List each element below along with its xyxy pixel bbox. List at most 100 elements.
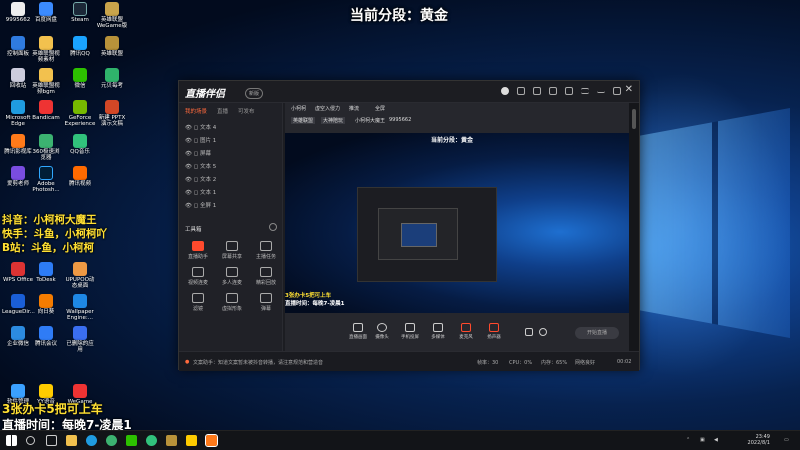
message-icon[interactable] <box>517 87 525 95</box>
stream-preview[interactable]: 当前分段：黄金 3张办卡5把可上车 直播时间：每晚7-凌晨1 <box>285 133 629 313</box>
live-icon <box>192 241 204 251</box>
source-item[interactable]: 👁 ◻ 图片 1 <box>185 136 216 144</box>
control-speaker[interactable]: 扬声器 <box>481 323 507 340</box>
taskbar-live-companion-icon[interactable] <box>205 434 218 447</box>
tool-screen-share[interactable]: 屏幕共享 <box>215 241 249 260</box>
desktop-icon-lol-wegame[interactable]: 英雄联盟WeGame版 <box>96 2 128 29</box>
tab-publish[interactable]: 可发布 <box>238 107 255 115</box>
notification-icon[interactable]: ▭ <box>784 437 789 443</box>
scrollbar[interactable] <box>629 103 639 351</box>
tool-avatar[interactable]: 虚拟形象 <box>215 293 249 312</box>
tray-network-icon[interactable]: ▣ <box>700 437 705 443</box>
shirt-icon[interactable] <box>565 87 573 95</box>
scene-panel: 我的场景 直播 可发布 👁 ◻ 文本 4 👁 ◻ 图片 1 👁 ◻ 屏幕 👁 ◻… <box>179 103 283 351</box>
monitor-icon <box>353 323 363 332</box>
start-live-button[interactable]: 开始直播 <box>575 327 619 339</box>
desktop-icon-photoshop[interactable]: Adobe Photosh... <box>30 166 62 193</box>
desktop-icon-yuanbei[interactable]: 元贝每考 <box>96 68 128 89</box>
desktop-icon-lol[interactable]: 英雄联盟 <box>96 36 128 57</box>
source-item[interactable]: 👁 ◻ 文本 5 <box>185 162 216 170</box>
desktop-icon-geforce[interactable]: GeForce Experience <box>64 100 96 127</box>
tab-scenes[interactable]: 我的场景 <box>185 107 207 115</box>
taskbar-yy-icon[interactable] <box>186 435 197 446</box>
stream-title[interactable]: 虚空入侵力 <box>315 105 340 112</box>
desktop-icon-qq-music[interactable]: QQ音乐 <box>64 134 96 155</box>
desktop-icon-folder-bgm[interactable]: 英雄联盟视频bgm <box>30 68 62 95</box>
menu-icon[interactable] <box>581 88 589 94</box>
tab-live[interactable]: 直播 <box>217 107 228 115</box>
control-media[interactable]: 多媒体 <box>425 323 451 340</box>
task-view-icon[interactable] <box>46 435 57 446</box>
preview-stage: 小柯柯 虚空入侵力 推流 全屏 英雄联盟 大神陪玩 小柯柯大魔王 9995662… <box>285 103 629 351</box>
speaker-icon <box>489 323 499 332</box>
desktop-icon-upupoo[interactable]: UPUPOO动态桌面 <box>64 262 96 289</box>
tray-up-icon[interactable]: ⌃ <box>686 437 690 443</box>
notice-text: 文案助手：知道文案暂未被抖音转播，请注意规范和营造音 <box>193 360 324 366</box>
tool-video-link[interactable]: 视频连麦 <box>181 267 215 286</box>
group-icon <box>226 267 238 277</box>
taskbar-edge-icon[interactable] <box>86 435 97 446</box>
desktop-icon-sunflower[interactable]: 向日葵 <box>30 294 62 315</box>
danmaku-icon <box>260 293 272 303</box>
desktop-icon-bandicam[interactable]: Bandicam <box>30 100 62 121</box>
source-item[interactable]: 👁 ◻ 屏幕 <box>185 149 211 157</box>
source-item[interactable]: 👁 ◻ 文本 2 <box>185 175 216 183</box>
tool-filter[interactable]: 滤镜 <box>181 293 215 312</box>
tool-multi-link[interactable]: 多人连麦 <box>215 267 249 286</box>
stage-header: 小柯柯 虚空入侵力 推流 全屏 <box>285 105 629 115</box>
start-icon[interactable] <box>6 435 17 446</box>
tool-replay[interactable]: 精彩回放 <box>249 267 283 286</box>
control-camera[interactable]: 摄像头 <box>369 323 395 340</box>
taskbar-lol-icon[interactable] <box>166 435 177 446</box>
gift-icon[interactable] <box>549 87 557 95</box>
replay-icon <box>260 267 272 277</box>
maximize-icon[interactable] <box>613 87 621 95</box>
desktop-icon-folder-video[interactable]: 英雄联盟视频素材 <box>30 36 62 63</box>
taskbar-explorer-icon[interactable] <box>66 435 77 446</box>
toolbox-more-icon[interactable] <box>269 223 277 231</box>
control-phone-cast[interactable]: 手机投屏 <box>397 323 423 340</box>
preview-stream-time: 直播时间：每晚7-凌晨1 <box>285 301 345 307</box>
desktop-icon-qq[interactable]: 腾讯QQ <box>64 36 96 57</box>
app-titlebar: 直播伴侣 新版 ✕ <box>179 81 639 103</box>
taskbar-wechat-icon[interactable] <box>126 435 137 446</box>
record-icon[interactable] <box>525 328 533 336</box>
control-live-screen[interactable]: 直播画面 <box>345 323 371 340</box>
desktop-icon-baidu[interactable]: 百度网盘 <box>30 2 62 23</box>
minimize-icon[interactable] <box>597 87 605 93</box>
source-item[interactable]: 👁 ◻ 文本 1 <box>185 188 216 196</box>
taskbar-qqmusic-icon[interactable] <box>146 435 157 446</box>
avatar-icon <box>226 293 238 303</box>
tool-danmaku[interactable]: 弹幕 <box>249 293 283 312</box>
phone-icon <box>405 323 415 332</box>
tag-sub[interactable]: 大神陪玩 <box>321 117 346 124</box>
tag-category[interactable]: 英雄联盟 <box>291 117 316 124</box>
system-clock[interactable]: 23:49 2022/8/1 <box>748 434 770 446</box>
source-item[interactable]: 👁 ◻ 全屏 1 <box>185 201 216 209</box>
taskbar-browser-icon[interactable] <box>106 435 117 446</box>
source-item[interactable]: 👁 ◻ 文本 4 <box>185 123 216 131</box>
desktop-icon-todesk[interactable]: ToDesk <box>30 262 62 283</box>
desktop-icon-tencent-meeting[interactable]: 腾讯会议 <box>30 326 62 347</box>
mode-selector[interactable]: 全屏 <box>375 105 385 112</box>
settings-icon[interactable] <box>539 328 547 336</box>
tray-volume-icon[interactable]: ◀ <box>714 437 718 443</box>
desktop-icon-pptx[interactable]: 新建 PPTX 演示文稿 <box>96 100 128 127</box>
desktop-icon-deleted-apps[interactable]: 已删除的应用 <box>64 326 96 353</box>
timer-readout: 00:02 <box>617 359 632 365</box>
filter-icon <box>192 293 204 303</box>
desktop-icon-tencent-video[interactable]: 腾讯视频 <box>64 166 96 187</box>
mail-icon[interactable] <box>533 87 541 95</box>
fps-readout: 帧率：30 <box>477 360 499 366</box>
rank-title-overlay: 当前分段：黄金 <box>350 8 448 24</box>
desktop-icon-360-browser[interactable]: 360极速浏览器 <box>30 134 62 161</box>
tool-live-assistant[interactable]: 直播助手 <box>181 241 215 260</box>
search-icon[interactable] <box>26 436 35 445</box>
control-mic[interactable]: 麦克风 <box>453 323 479 340</box>
desktop-icon-wallpaper-engine[interactable]: Wallpaper Engine:... <box>64 294 96 321</box>
desktop-icon-steam[interactable]: Steam <box>64 2 96 23</box>
close-icon[interactable]: ✕ <box>625 84 633 95</box>
tool-streamer-tasks[interactable]: 主播任务 <box>249 241 283 260</box>
desktop-icon-wechat[interactable]: 微信 <box>64 68 96 89</box>
avatar[interactable] <box>501 87 509 95</box>
